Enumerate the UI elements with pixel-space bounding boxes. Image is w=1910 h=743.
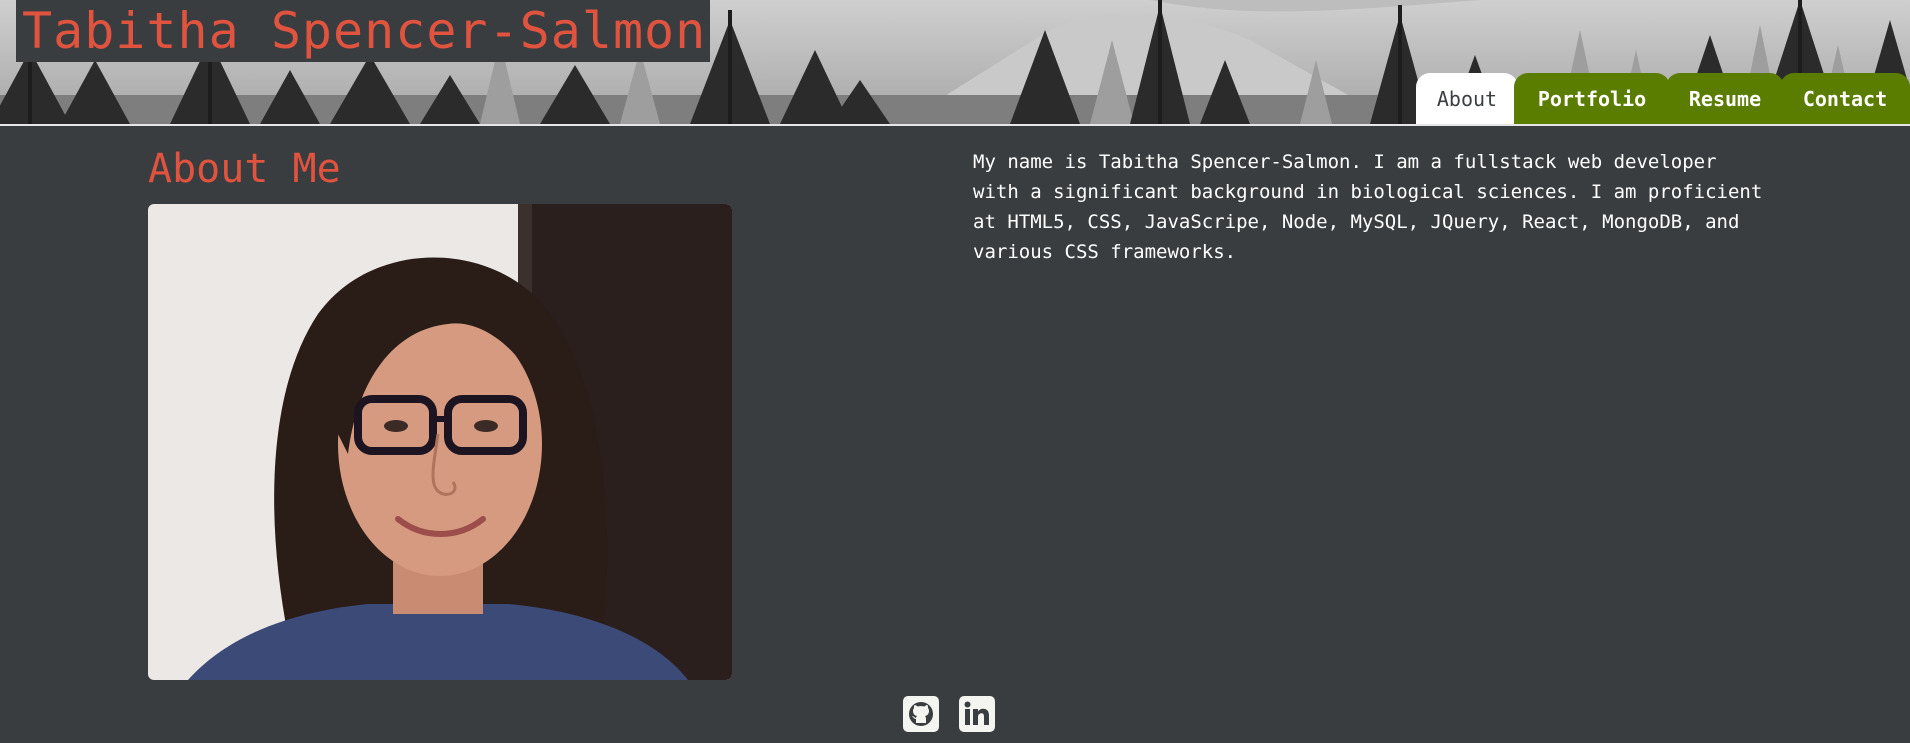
- tab-portfolio[interactable]: Portfolio: [1514, 73, 1670, 124]
- main-nav: About Portfolio Resume Contact: [1416, 73, 1910, 124]
- github-icon[interactable]: [903, 696, 939, 732]
- social-links: [903, 696, 995, 732]
- about-bio: My name is Tabitha Spencer-Salmon. I am …: [973, 151, 1763, 263]
- profile-photo: [148, 204, 732, 680]
- tab-about[interactable]: About: [1416, 73, 1518, 124]
- site-header: Tabitha Spencer-Salmon About Portfolio R…: [0, 0, 1910, 126]
- linkedin-icon[interactable]: [959, 696, 995, 732]
- about-heading: About Me: [148, 146, 341, 192]
- tab-resume[interactable]: Resume: [1666, 73, 1784, 124]
- site-title: Tabitha Spencer-Salmon: [16, 0, 711, 62]
- tab-contact[interactable]: Contact: [1780, 73, 1910, 124]
